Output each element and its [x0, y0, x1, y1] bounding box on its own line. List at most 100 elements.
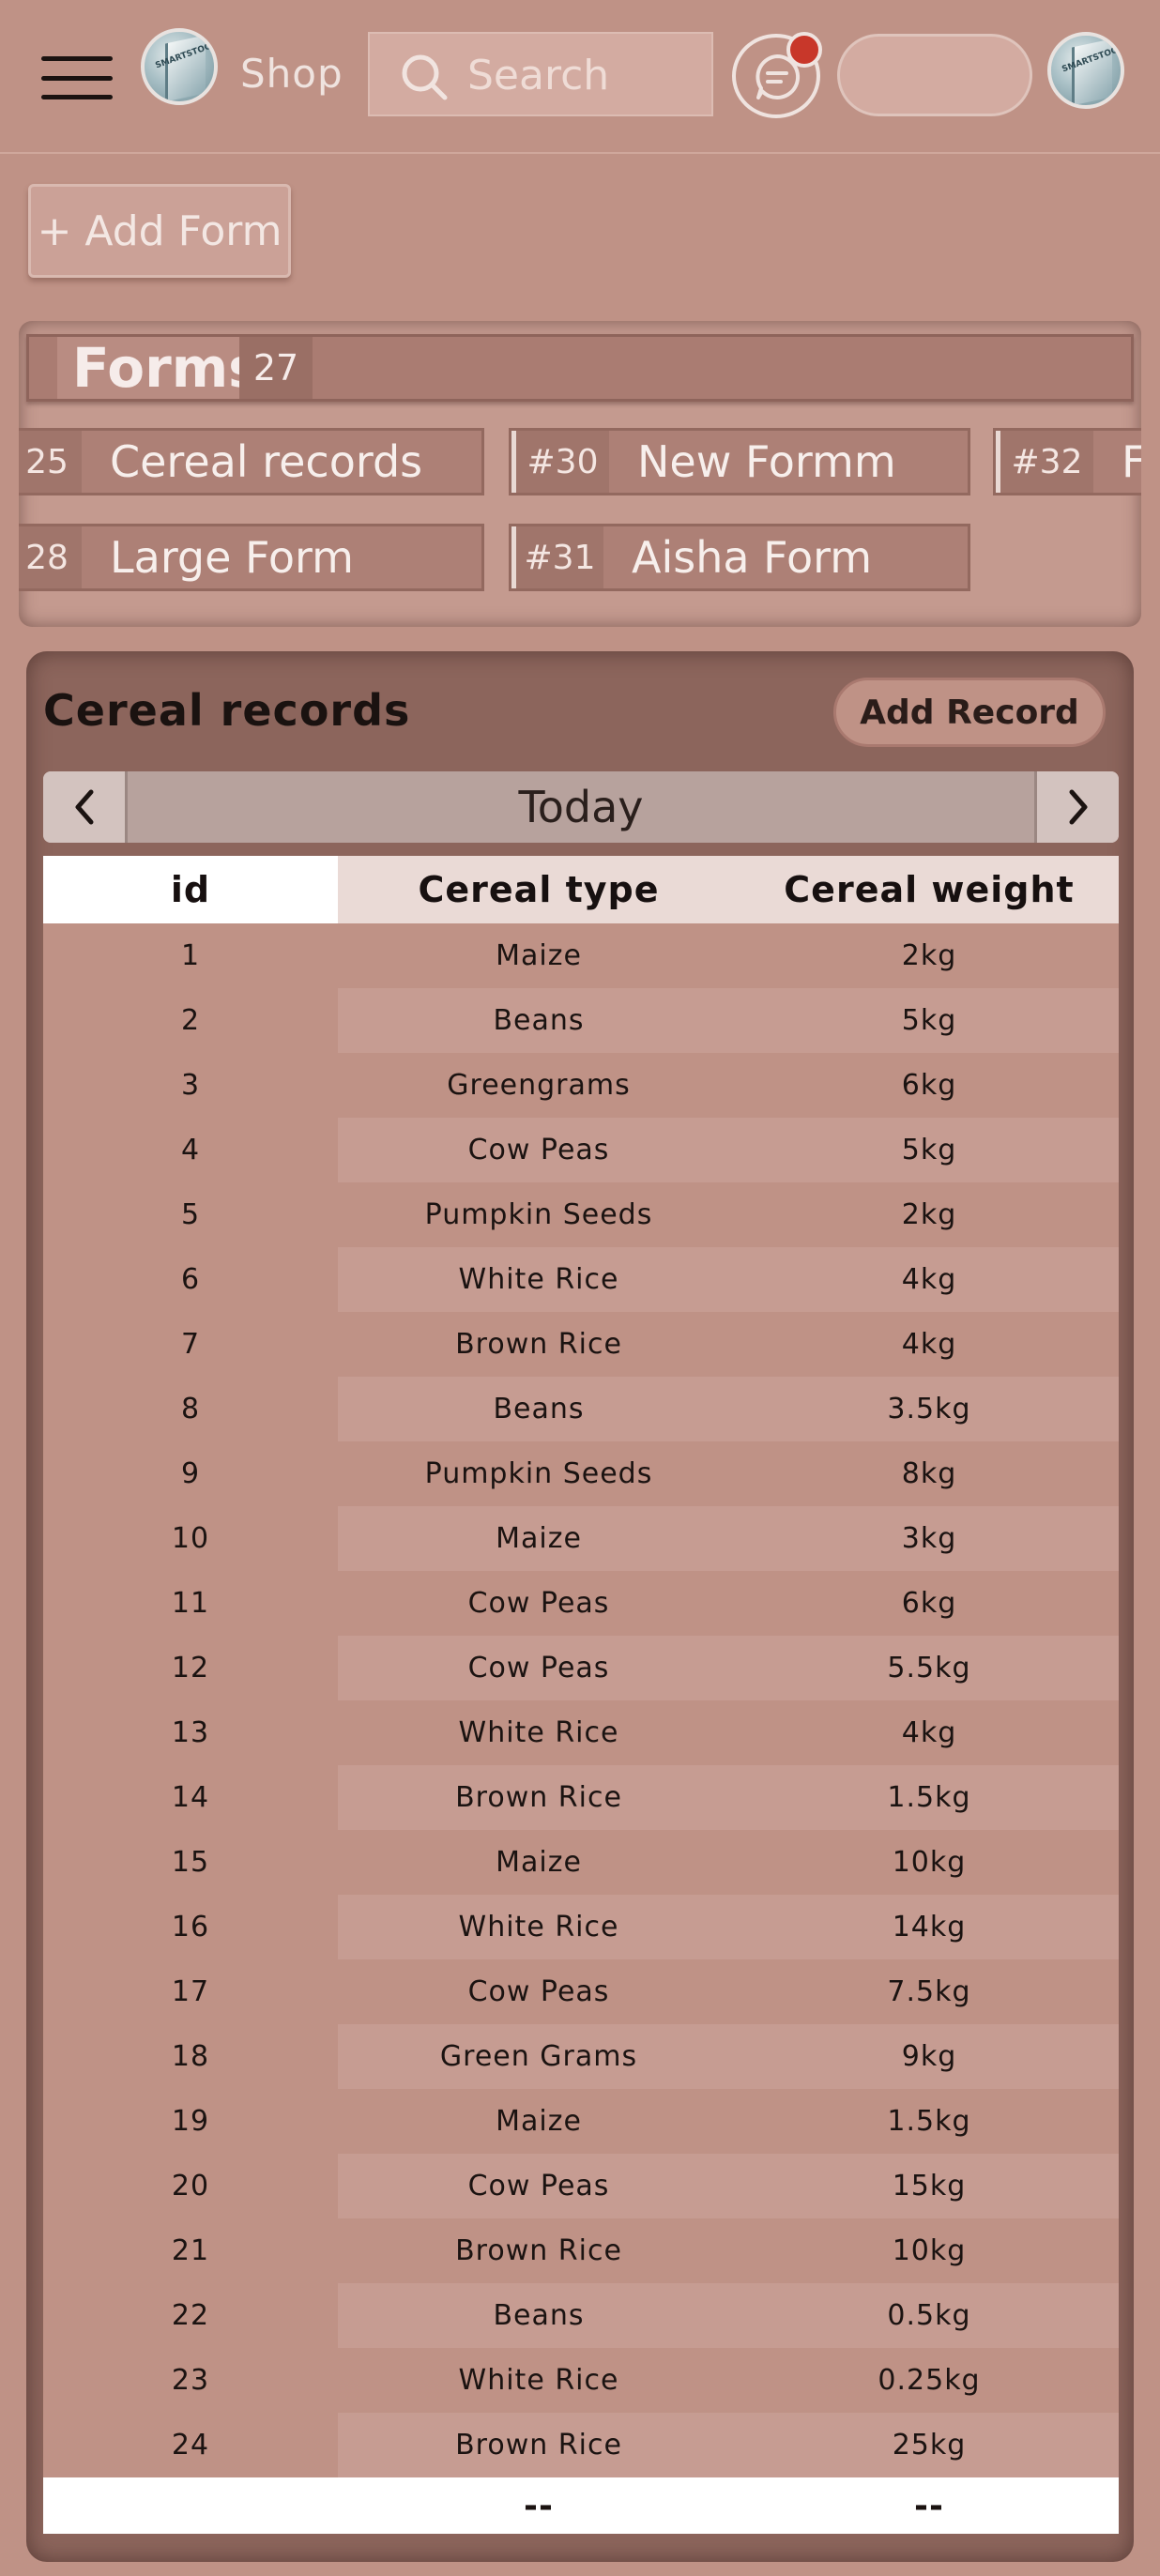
shop-label[interactable]: Shop	[240, 51, 343, 97]
cell-id: 11	[43, 1571, 338, 1636]
form-chip-new-formm[interactable]: #30 New Formm	[509, 428, 970, 495]
form-chip-aisha-form[interactable]: #31 Aisha Form	[509, 524, 970, 591]
table-row[interactable]: 8 Beans 3.5kg	[43, 1377, 1119, 1441]
cell-cereal-weight: 5kg	[740, 1118, 1119, 1182]
cell-cereal-type: White Rice	[338, 1700, 740, 1765]
add-form-button[interactable]: + Add Form	[28, 184, 291, 278]
table-row[interactable]: 4 Cow Peas 5kg	[43, 1118, 1119, 1182]
chevron-left-icon	[75, 789, 93, 825]
cell-id: 15	[43, 1830, 338, 1895]
form-chip-cereal-records[interactable]: 25 Cereal records	[19, 428, 484, 495]
cell-cereal-weight: 6kg	[740, 1571, 1119, 1636]
column-header-id[interactable]: id	[43, 856, 338, 923]
cell-cereal-type: Brown Rice	[338, 2218, 740, 2283]
form-chip-32[interactable]: #32 F	[993, 428, 1141, 495]
cell-cereal-type: Beans	[338, 1377, 740, 1441]
cell-cereal-weight: 7.5kg	[740, 1959, 1119, 2024]
cell-cereal-weight: 1.5kg	[740, 2089, 1119, 2154]
footer-cell: --	[740, 2477, 1119, 2534]
cell-cereal-type: Pumpkin Seeds	[338, 1182, 740, 1247]
cell-cereal-type: Cow Peas	[338, 1118, 740, 1182]
cell-cereal-weight: 1.5kg	[740, 1765, 1119, 1830]
search-bar[interactable]	[368, 32, 713, 116]
table-row[interactable]: 14 Brown Rice 1.5kg	[43, 1765, 1119, 1830]
table-row[interactable]: 5 Pumpkin Seeds 2kg	[43, 1182, 1119, 1247]
cell-cereal-weight: 8kg	[740, 1441, 1119, 1506]
cell-cereal-type: Cow Peas	[338, 2154, 740, 2218]
shop-logo[interactable]: SMARTSTOCK	[141, 28, 218, 105]
user-avatar[interactable]: SMARTSTOCK	[1047, 32, 1124, 109]
cell-cereal-type: White Rice	[338, 1247, 740, 1312]
search-input[interactable]	[467, 47, 702, 103]
table-row[interactable]: 6 White Rice 4kg	[43, 1247, 1119, 1312]
form-chip-large-form[interactable]: 28 Large Form	[19, 524, 484, 591]
table-row[interactable]: 3 Greengrams 6kg	[43, 1053, 1119, 1118]
cell-cereal-weight: 2kg	[740, 1182, 1119, 1247]
table-footer-row: -- --	[43, 2477, 1119, 2534]
form-chip-number: 25	[19, 431, 82, 493]
cell-cereal-type: Brown Rice	[338, 1765, 740, 1830]
table-row[interactable]: 13 White Rice 4kg	[43, 1700, 1119, 1765]
add-record-button[interactable]: Add Record	[833, 678, 1106, 747]
cell-cereal-weight: 10kg	[740, 2218, 1119, 2283]
next-date-button[interactable]	[1034, 771, 1119, 843]
cell-id: 4	[43, 1118, 338, 1182]
account-pill[interactable]	[837, 34, 1032, 116]
table-row[interactable]: 21 Brown Rice 10kg	[43, 2218, 1119, 2283]
column-header-cereal-type[interactable]: Cereal type	[338, 856, 740, 923]
table-row[interactable]: 10 Maize 3kg	[43, 1506, 1119, 1571]
cell-cereal-weight: 9kg	[740, 2024, 1119, 2089]
records-title: Cereal records	[43, 685, 411, 736]
cell-cereal-type: Beans	[338, 988, 740, 1053]
table-row[interactable]: 1 Maize 2kg	[43, 923, 1119, 988]
date-label[interactable]: Today	[128, 771, 1034, 843]
cell-cereal-type: Pumpkin Seeds	[338, 1441, 740, 1506]
form-chip-number: #30	[511, 431, 609, 493]
footer-cell: --	[338, 2477, 740, 2534]
cell-cereal-type: Beans	[338, 2283, 740, 2348]
cell-cereal-weight: 4kg	[740, 1700, 1119, 1765]
cell-id: 1	[43, 923, 338, 988]
table-row[interactable]: 2 Beans 5kg	[43, 988, 1119, 1053]
table-row[interactable]: 12 Cow Peas 5.5kg	[43, 1636, 1119, 1700]
cell-id: 19	[43, 2089, 338, 2154]
cell-cereal-weight: 2kg	[740, 923, 1119, 988]
table-row[interactable]: 22 Beans 0.5kg	[43, 2283, 1119, 2348]
form-chip-name: Cereal records	[110, 436, 423, 487]
form-chip-name: Large Form	[110, 532, 354, 583]
column-header-cereal-weight[interactable]: Cereal weight	[740, 856, 1119, 923]
cell-cereal-weight: 15kg	[740, 2154, 1119, 2218]
table-row[interactable]: 7 Brown Rice 4kg	[43, 1312, 1119, 1377]
records-panel: Cereal records Add Record Today id Cerea…	[26, 651, 1134, 2562]
table-header-row: id Cereal type Cereal weight	[43, 856, 1119, 923]
footer-cell	[43, 2477, 338, 2534]
table-row[interactable]: 18 Green Grams 9kg	[43, 2024, 1119, 2089]
search-icon	[402, 54, 448, 100]
cell-cereal-weight: 0.25kg	[740, 2348, 1119, 2413]
table-row[interactable]: 15 Maize 10kg	[43, 1830, 1119, 1895]
cell-cereal-type: Green Grams	[338, 2024, 740, 2089]
cell-cereal-type: Brown Rice	[338, 1312, 740, 1377]
form-chip-number: #31	[511, 526, 603, 588]
chevron-right-icon	[1069, 789, 1087, 825]
table-row[interactable]: 20 Cow Peas 15kg	[43, 2154, 1119, 2218]
cell-id: 17	[43, 1959, 338, 2024]
menu-icon[interactable]	[41, 56, 113, 99]
records-table: id Cereal type Cereal weight 1 Maize 2kg 2 B…	[43, 856, 1119, 2534]
cell-id: 2	[43, 988, 338, 1053]
cell-id: 8	[43, 1377, 338, 1441]
table-row[interactable]: 19 Maize 1.5kg	[43, 2089, 1119, 2154]
cell-cereal-weight: 10kg	[740, 1830, 1119, 1895]
table-row[interactable]: 16 White Rice 14kg	[43, 1895, 1119, 1959]
cell-cereal-weight: 5.5kg	[740, 1636, 1119, 1700]
cell-cereal-weight: 6kg	[740, 1053, 1119, 1118]
table-row[interactable]: 23 White Rice 0.25kg	[43, 2348, 1119, 2413]
previous-date-button[interactable]	[43, 771, 128, 843]
form-chip-number: 28	[19, 526, 82, 588]
table-row[interactable]: 9 Pumpkin Seeds 8kg	[43, 1441, 1119, 1506]
table-row[interactable]: 11 Cow Peas 6kg	[43, 1571, 1119, 1636]
cell-id: 6	[43, 1247, 338, 1312]
table-row[interactable]: 17 Cow Peas 7.5kg	[43, 1959, 1119, 2024]
cell-id: 20	[43, 2154, 338, 2218]
table-row[interactable]: 24 Brown Rice 25kg	[43, 2413, 1119, 2477]
